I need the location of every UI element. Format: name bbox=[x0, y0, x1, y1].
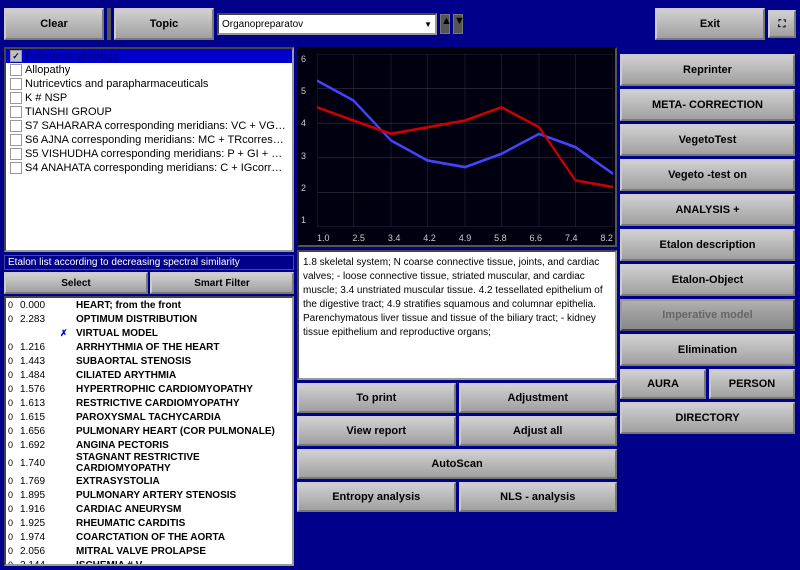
entropy-analysis-button[interactable]: Entropy analysis bbox=[297, 482, 456, 512]
etalon-section: Etalon list according to decreasing spec… bbox=[4, 255, 294, 566]
scroll-btn-up[interactable]: ▲ bbox=[440, 14, 450, 34]
center-panel: 6 5 4 3 2 1 bbox=[297, 47, 617, 566]
imperative-model-button[interactable]: Imperative model bbox=[620, 299, 795, 331]
elimination-button[interactable]: Elimination bbox=[620, 334, 795, 366]
view-report-button[interactable]: View report bbox=[297, 416, 456, 446]
right-panel: Reprinter META- CORRECTION VegetoTest Ve… bbox=[620, 47, 795, 566]
action-row-2: View report Adjust all bbox=[297, 416, 617, 446]
top-row: Clear Topic Organopreparatov ▼ ▲ ▼ Exit … bbox=[4, 4, 796, 44]
organop-value: Organopreparatov bbox=[222, 19, 303, 30]
category-item[interactable]: S7 SAHARARA corresponding meridians: VC … bbox=[6, 119, 292, 133]
chart-y-label: 6 bbox=[301, 54, 306, 64]
exit-button[interactable]: Exit bbox=[655, 8, 765, 40]
chart-y-label: 2 bbox=[301, 183, 306, 193]
chart-area: 6 5 4 3 2 1 bbox=[297, 47, 617, 247]
action-row-1: To print Adjustment bbox=[297, 383, 617, 413]
chart-y-label: 1 bbox=[301, 215, 306, 225]
etalon-row[interactable]: 01.692ANGINA PECTORIS bbox=[6, 438, 292, 452]
select-button[interactable]: Select bbox=[4, 272, 148, 294]
category-item[interactable]: Allopathy bbox=[6, 63, 292, 77]
description-box: 1.8 skeletal system; N coarse connective… bbox=[297, 250, 617, 380]
etalon-row[interactable]: 01.216ARRHYTHMIA OF THE HEART bbox=[6, 340, 292, 354]
person-button[interactable]: PERSON bbox=[709, 369, 795, 399]
etalon-row[interactable]: 01.769EXTRASYSTOLIA bbox=[6, 474, 292, 488]
to-print-button[interactable]: To print bbox=[297, 383, 456, 413]
fullscreen-button[interactable]: ⛶ bbox=[768, 10, 796, 38]
adjustment-button[interactable]: Adjustment bbox=[459, 383, 618, 413]
category-item[interactable]: S4 ANAHATA corresponding meridians: C + … bbox=[6, 161, 292, 175]
etalon-row[interactable]: 00.000HEART; from the front bbox=[6, 298, 292, 312]
chart-y-label: 4 bbox=[301, 118, 306, 128]
vegeto-test-on-button[interactable]: Vegeto -test on bbox=[620, 159, 795, 191]
adjust-all-button[interactable]: Adjust all bbox=[459, 416, 618, 446]
chart-x-label: 1.0 bbox=[317, 233, 330, 243]
etalon-controls: Select Smart Filter bbox=[4, 272, 294, 294]
chart-x-label: 4.2 bbox=[423, 233, 436, 243]
scroll-btn-down[interactable]: ▼ bbox=[453, 14, 463, 34]
chart-x-label: 2.5 bbox=[352, 233, 365, 243]
category-item[interactable]: S5 VISHUDHA corresponding meridians: P +… bbox=[6, 147, 292, 161]
analysis-plus-button[interactable]: ANALYSIS + bbox=[620, 194, 795, 226]
etalon-row[interactable]: 01.443SUBAORTAL STENOSIS bbox=[6, 354, 292, 368]
chart-x-label: 4.9 bbox=[459, 233, 472, 243]
etalon-list[interactable]: 00.000HEART; from the front02.283OPTIMUM… bbox=[4, 296, 294, 566]
etalon-row[interactable]: 01.484CILIATED ARYTHMIA bbox=[6, 368, 292, 382]
aura-person-row: AURA PERSON bbox=[620, 369, 795, 399]
chart-x-label: 7.4 bbox=[565, 233, 578, 243]
etalon-title: Etalon list according to decreasing spec… bbox=[4, 255, 294, 270]
smart-filter-button[interactable]: Smart Filter bbox=[150, 272, 294, 294]
category-item[interactable]: TIANSHI GROUP bbox=[6, 105, 292, 119]
etalon-row[interactable]: 02.056MITRAL VALVE PROLAPSE bbox=[6, 544, 292, 558]
autoscan-button[interactable]: AutoScan bbox=[297, 449, 617, 479]
etalon-object-button[interactable]: Etalon-Object bbox=[620, 264, 795, 296]
etalon-description-button[interactable]: Etalon description bbox=[620, 229, 795, 261]
category-item[interactable]: K # NSP bbox=[6, 91, 292, 105]
etalon-row[interactable]: 01.895PULMONARY ARTERY STENOSIS bbox=[6, 488, 292, 502]
chart-x-labels: 1.0 2.5 3.4 4.2 4.9 5.8 6.6 7.4 8.2 bbox=[317, 233, 613, 243]
category-item[interactable]: S6 AJNA corresponding meridians: MC + TR… bbox=[6, 133, 292, 147]
category-item[interactable]: ✓Pathomorphology bbox=[6, 49, 292, 63]
topic-button[interactable]: Topic bbox=[114, 8, 214, 40]
category-list[interactable]: ✓PathomorphologyAllopathyNutricevtics an… bbox=[4, 47, 294, 252]
etalon-row[interactable]: 02.144ISCHEMIA # V bbox=[6, 558, 292, 566]
etalon-row[interactable]: 01.615PAROXYSMAL TACHYCARDIA bbox=[6, 410, 292, 424]
aura-button[interactable]: AURA bbox=[620, 369, 706, 399]
chart-x-label: 6.6 bbox=[530, 233, 543, 243]
etalon-row[interactable]: 01.916CARDIAC ANEURYSM bbox=[6, 502, 292, 516]
etalon-row[interactable]: 01.974COARCTATION OF THE AORTA bbox=[6, 530, 292, 544]
clear-button[interactable]: Clear bbox=[4, 8, 104, 40]
middle-row: ✓PathomorphologyAllopathyNutricevtics an… bbox=[4, 47, 796, 566]
nls-analysis-button[interactable]: NLS - analysis bbox=[459, 482, 618, 512]
etalon-row[interactable]: 01.656PULMONARY HEART (COR PULMONALE) bbox=[6, 424, 292, 438]
main-container: Clear Topic Organopreparatov ▼ ▲ ▼ Exit … bbox=[0, 0, 800, 570]
chart-y-labels: 6 5 4 3 2 1 bbox=[301, 54, 306, 225]
category-item[interactable]: Nutricevtics and parapharmaceuticals bbox=[6, 77, 292, 91]
action-row-3: AutoScan bbox=[297, 449, 617, 479]
chart-x-label: 5.8 bbox=[494, 233, 507, 243]
action-buttons: To print Adjustment View report Adjust a… bbox=[297, 383, 617, 512]
etalon-row[interactable]: ✗VIRTUAL MODEL bbox=[6, 326, 292, 340]
chart-x-label: 8.2 bbox=[600, 233, 613, 243]
etalon-row[interactable]: 01.613RESTRICTIVE CARDIOMYOPATHY bbox=[6, 396, 292, 410]
left-panel: ✓PathomorphologyAllopathyNutricevtics an… bbox=[4, 47, 294, 566]
dropdown-arrow-icon: ▼ bbox=[424, 20, 432, 29]
directory-button[interactable]: DIRECTORY bbox=[620, 402, 795, 434]
etalon-row[interactable]: 01.576HYPERTROPHIC CARDIOMYOPATHY bbox=[6, 382, 292, 396]
vegeto-test-button[interactable]: VegetoTest bbox=[620, 124, 795, 156]
etalon-row[interactable]: 01.740STAGNANT RESTRICTIVE CARDIOMYOPATH… bbox=[6, 452, 292, 474]
chart-x-label: 3.4 bbox=[388, 233, 401, 243]
etalon-row[interactable]: 02.283OPTIMUM DISTRIBUTION bbox=[6, 312, 292, 326]
etalon-row[interactable]: 01.925RHEUMATIC CARDITIS bbox=[6, 516, 292, 530]
organop-dropdown[interactable]: Organopreparatov ▼ bbox=[217, 13, 437, 35]
chart-y-label: 3 bbox=[301, 151, 306, 161]
meta-correction-button[interactable]: META- CORRECTION bbox=[620, 89, 795, 121]
action-row-4: Entropy analysis NLS - analysis bbox=[297, 482, 617, 512]
reprinter-button[interactable]: Reprinter bbox=[620, 54, 795, 86]
chart-svg bbox=[317, 54, 613, 227]
chart-y-label: 5 bbox=[301, 86, 306, 96]
